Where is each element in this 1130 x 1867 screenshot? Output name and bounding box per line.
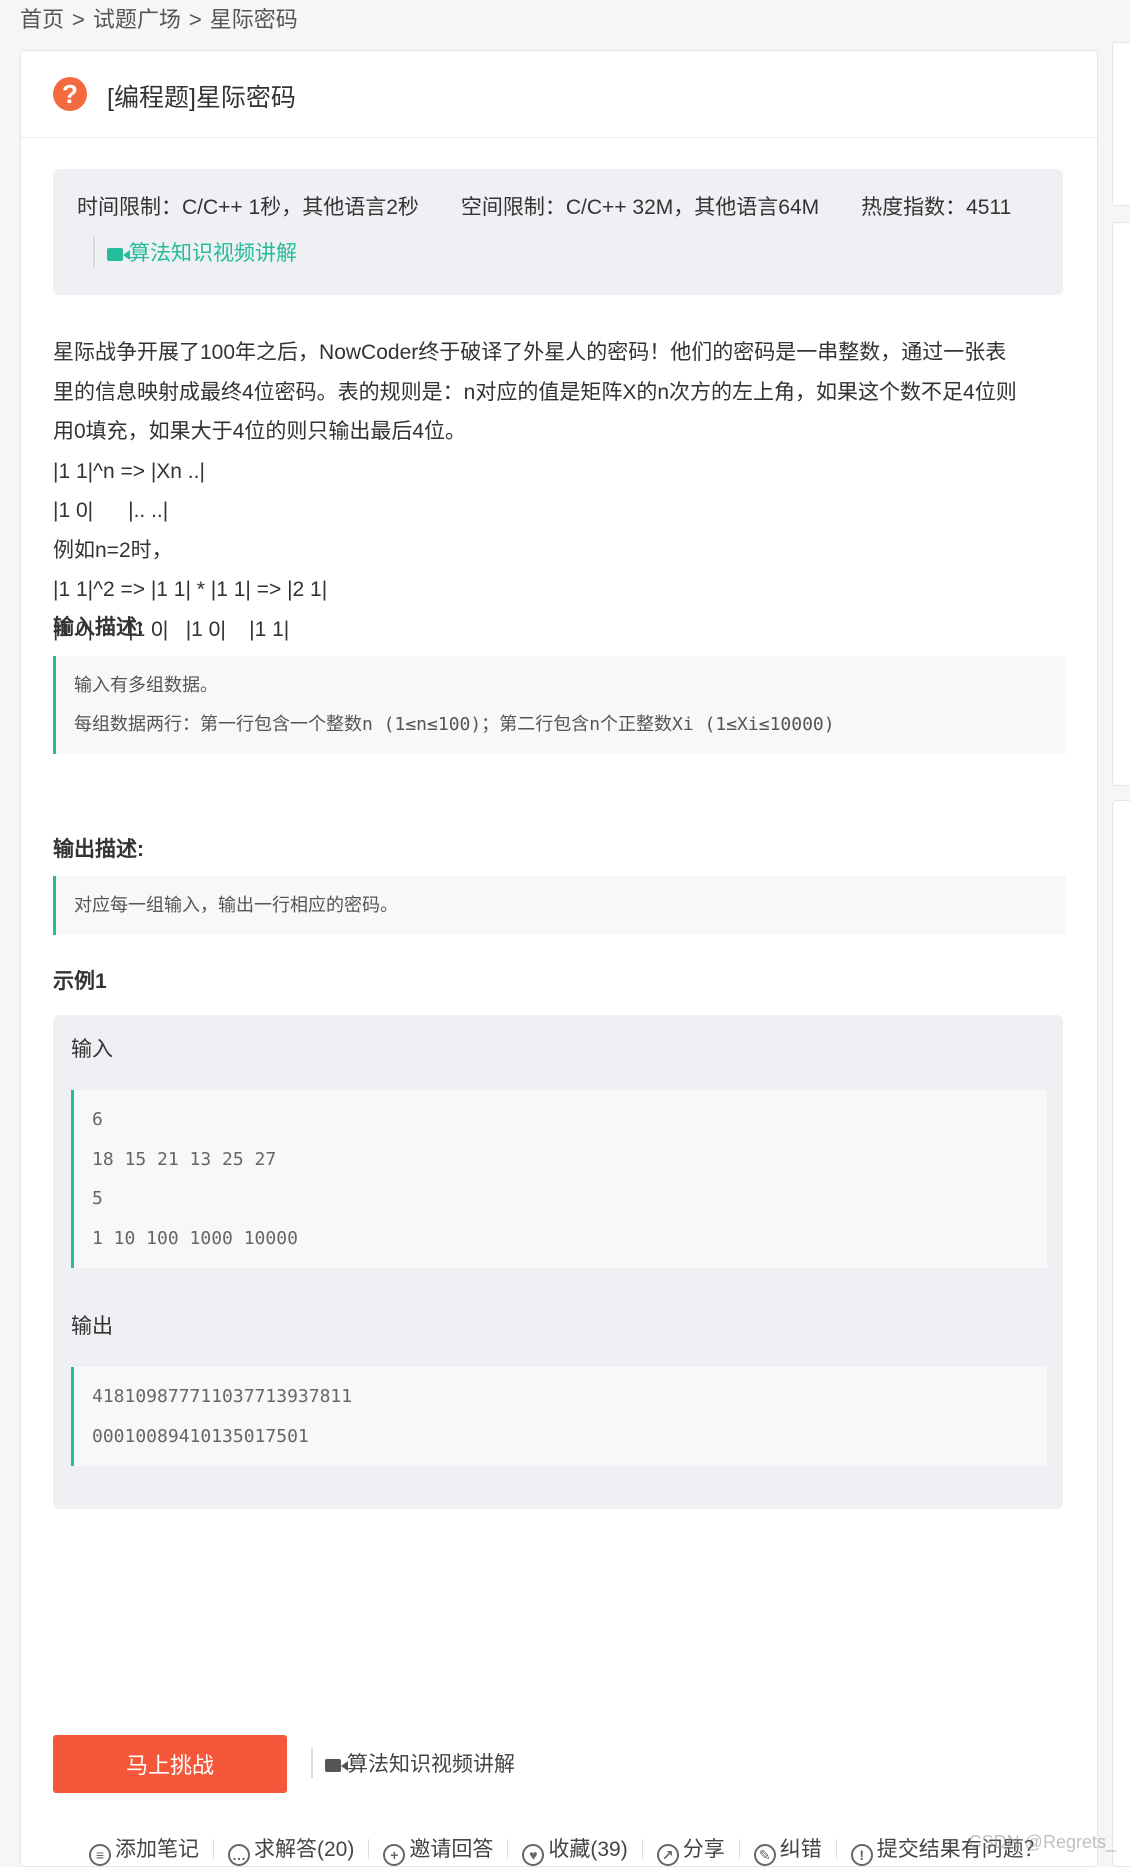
chat-icon: …: [228, 1844, 250, 1866]
description-line: 里的信息映射成最终4位密码。表的规则是：n对应的值是矩阵X的n次方的左上角，如果…: [53, 380, 1017, 404]
example-output-label: 输出: [71, 1315, 113, 1338]
example-output-line: 00010089410135017501: [92, 1425, 309, 1447]
share-action[interactable]: ↗ 分享: [656, 1833, 725, 1866]
divider: [738, 1839, 740, 1859]
video-camera-icon: [325, 1759, 348, 1772]
description-line: |1 1|^n => |Xn ..|: [53, 459, 205, 483]
invite-answer-action[interactable]: + 邀请回答: [383, 1833, 493, 1866]
question-card: ? [编程题]星际密码 时间限制：C/C++ 1秒，其他语言2秒 空间限制：C/C…: [20, 50, 1098, 1867]
side-panel: [1112, 42, 1130, 206]
add-note-action[interactable]: ≡ 添加笔记: [89, 1833, 199, 1866]
example-panel: 输入 6 18 15 21 13 25 27 5 1 10 100 1000 1…: [53, 1015, 1063, 1509]
edit-icon: ✎: [753, 1844, 776, 1866]
action-label: 纠错: [779, 1838, 822, 1861]
action-label: 分享: [682, 1838, 725, 1861]
note-icon: ≡: [89, 1844, 111, 1866]
description-line: 星际战争开展了100年之后，NowCoder终于破译了外星人的密码！他们的密码是…: [53, 341, 1007, 364]
heat-index: 热度指数：4511: [861, 196, 1012, 219]
heart-icon: ♥: [522, 1844, 545, 1866]
breadcrumb: 首页 > 试题广场 > 星际密码: [20, 2, 298, 34]
input-description-box: 输入有多组数据。 每组数据两行：第一行包含一个整数n (1≤n≤100)；第二行…: [53, 656, 1066, 754]
time-limit: 时间限制：C/C++ 1秒，其他语言2秒: [77, 196, 419, 219]
example-input-code[interactable]: 6 18 15 21 13 25 27 5 1 10 100 1000 1000…: [71, 1090, 1047, 1268]
favorite-action[interactable]: ♥ 收藏(39): [522, 1833, 628, 1866]
example-output-code[interactable]: 418109877711037713937811 000100894101350…: [71, 1367, 1047, 1466]
divider: [641, 1839, 643, 1859]
action-label: 收藏(39): [548, 1838, 628, 1861]
divider: [835, 1839, 837, 1859]
invite-icon: +: [383, 1844, 406, 1866]
start-challenge-button[interactable]: 马上挑战: [53, 1735, 287, 1793]
side-panel: [1112, 800, 1130, 1867]
example-input-line: 1 10 100 1000 10000: [92, 1227, 298, 1249]
example-input-line: 18 15 21 13 25 27: [92, 1148, 277, 1170]
action-label: 邀请回答: [409, 1838, 494, 1861]
output-description-box: 对应每一组输入，输出一行相应的密码。: [53, 876, 1066, 935]
video-link-label: 算法知识视频讲解: [129, 242, 297, 265]
question-header: ? [编程题]星际密码: [21, 51, 1097, 138]
description-line: |1 0| |.. ..|: [53, 499, 169, 522]
limits-panel: 时间限制：C/C++ 1秒，其他语言2秒 空间限制：C/C++ 32M，其他语言6…: [53, 169, 1063, 295]
breadcrumb-current: 星际密码: [209, 7, 298, 32]
description-line: |1 1|^2 => |1 1| * |1 1| => |2 1|: [53, 578, 328, 601]
input-description-line: 每组数据两行：第一行包含一个整数n (1≤n≤100)；第二行包含n个正整数Xi…: [74, 714, 835, 735]
warning-icon: !: [850, 1844, 873, 1866]
input-description-line: 输入有多组数据。: [74, 675, 218, 696]
description-line: 用0填充，如果大于4位的则只输出最后4位。: [53, 420, 467, 443]
video-explanation-link[interactable]: 算法知识视频讲解: [93, 237, 297, 267]
example-output-line: 418109877711037713937811: [92, 1386, 353, 1407]
breadcrumb-separator: >: [72, 7, 85, 32]
video-camera-icon: [107, 248, 130, 261]
side-panel: [1112, 222, 1130, 786]
action-label: 添加笔记: [115, 1838, 199, 1861]
breadcrumb-home[interactable]: 首页: [20, 7, 64, 32]
watermark: CSDN @Regrets_: [968, 1832, 1116, 1852]
question-circle-icon: ?: [53, 77, 87, 111]
example-input-line: 6: [92, 1109, 103, 1130]
breadcrumb-separator: >: [188, 7, 202, 32]
divider: [368, 1839, 370, 1859]
example-input-label: 输入: [71, 1038, 113, 1061]
video-link-label: 算法知识视频讲解: [347, 1753, 515, 1776]
input-description-title: 输入描述:: [53, 616, 144, 639]
description-line: |1 0| |1 0| |1 0| |1 1|: [53, 617, 290, 641]
share-icon: ↗: [656, 1844, 679, 1866]
example-input-line: 5: [92, 1188, 103, 1209]
divider: [507, 1839, 509, 1859]
divider: [213, 1839, 214, 1859]
output-description-title: 输出描述:: [53, 838, 144, 861]
limits-row: 时间限制：C/C++ 1秒，其他语言2秒 空间限制：C/C++ 32M，其他语言6…: [77, 191, 1011, 221]
description-line: 例如n=2时，: [53, 538, 173, 562]
space-limit: 空间限制：C/C++ 32M，其他语言64M: [460, 196, 820, 219]
action-label: 求解答(20): [254, 1838, 355, 1861]
video-explanation-link-bottom[interactable]: 算法知识视频讲解: [311, 1748, 515, 1778]
output-description-line: 对应每一组输入，输出一行相应的密码。: [74, 895, 398, 916]
question-title: [编程题]星际密码: [107, 84, 296, 112]
ask-answer-action[interactable]: … 求解答(20): [228, 1833, 354, 1866]
breadcrumb-square[interactable]: 试题广场: [93, 7, 181, 32]
problem-description: 星际战争开展了100年之后，NowCoder终于破译了外星人的密码！他们的密码是…: [53, 333, 1068, 689]
report-error-action[interactable]: ✎ 纠错: [753, 1833, 822, 1866]
action-bar: ≡ 添加笔记… 求解答(20) + 邀请回答 ♥ 收藏(39) ↗ 分享 ✎ 纠错! 提交结果有问题？: [89, 1833, 1059, 1866]
example-title: 示例1: [53, 970, 107, 993]
